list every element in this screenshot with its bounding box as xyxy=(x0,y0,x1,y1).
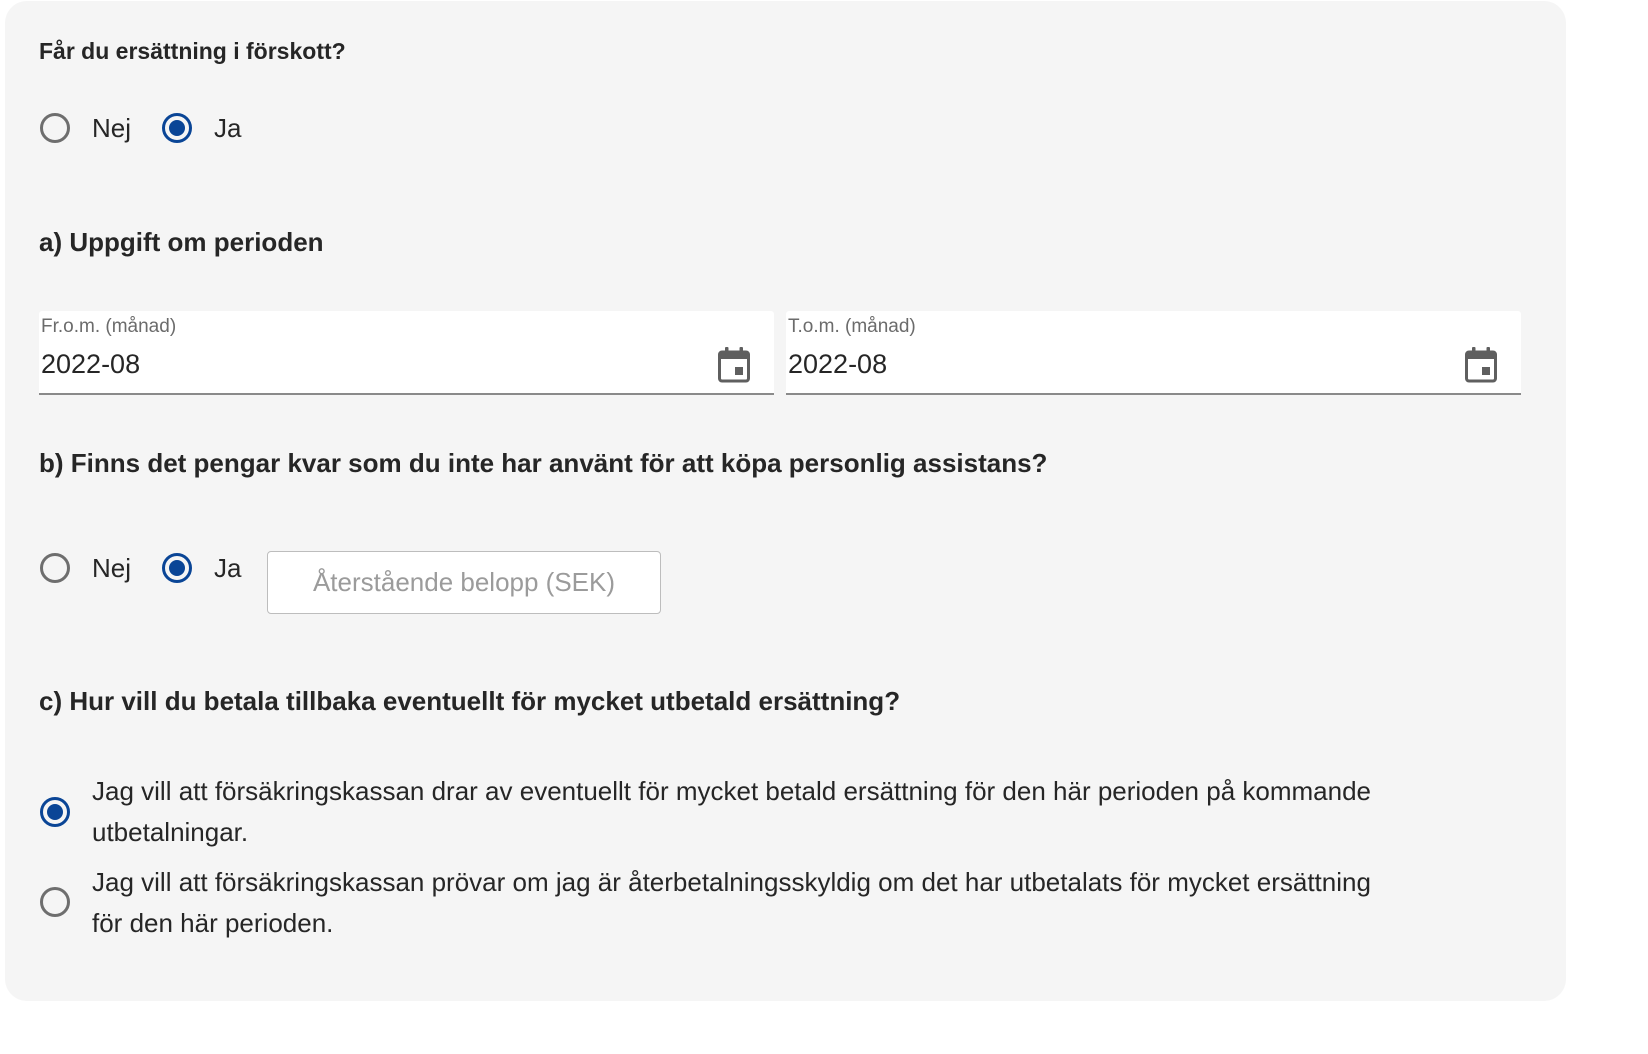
section-c-title: c) Hur vill du betala tillbaka eventuell… xyxy=(39,686,901,716)
advance-question-title: Får du ersättning i förskott? xyxy=(39,38,346,64)
repay-deduct-label-line2: utbetalningar. xyxy=(92,817,249,847)
advance-no-label[interactable]: Nej xyxy=(92,113,131,144)
repay-review-label-line1: Jag vill att försäkringskassan prövar om… xyxy=(92,867,1371,897)
calendar-icon[interactable] xyxy=(1465,347,1497,383)
remaining-no-label[interactable]: Nej xyxy=(92,553,131,584)
remaining-yes-label[interactable]: Ja xyxy=(214,553,241,584)
remaining-no-radio[interactable] xyxy=(40,553,70,583)
remaining-amount-input[interactable] xyxy=(267,551,661,614)
from-month-field[interactable]: Fr.o.m. (månad) 2022-08 xyxy=(39,311,774,395)
advance-yes-label[interactable]: Ja xyxy=(214,113,241,144)
to-month-label: T.o.m. (månad) xyxy=(788,316,916,337)
calendar-icon[interactable] xyxy=(718,347,750,383)
repay-review-label[interactable]: Jag vill att försäkringskassan prövar om… xyxy=(92,862,1532,944)
section-a-title: a) Uppgift om perioden xyxy=(39,227,324,257)
from-month-value[interactable]: 2022-08 xyxy=(41,349,140,380)
repay-review-radio[interactable] xyxy=(40,887,70,917)
from-month-label: Fr.o.m. (månad) xyxy=(41,316,177,337)
advance-no-radio[interactable] xyxy=(40,113,70,143)
repay-deduct-label-line1: Jag vill att försäkringskassan drar av e… xyxy=(92,776,1372,806)
to-month-value[interactable]: 2022-08 xyxy=(788,349,887,380)
repay-deduct-label[interactable]: Jag vill att försäkringskassan drar av e… xyxy=(92,771,1532,853)
section-b-title: b) Finns det pengar kvar som du inte har… xyxy=(39,448,1048,478)
remaining-yes-radio[interactable] xyxy=(162,553,192,583)
to-month-field[interactable]: T.o.m. (månad) 2022-08 xyxy=(786,311,1521,395)
advance-yes-radio[interactable] xyxy=(162,113,192,143)
repay-deduct-radio[interactable] xyxy=(40,797,70,827)
repay-review-label-line2: för den här perioden. xyxy=(92,908,334,938)
